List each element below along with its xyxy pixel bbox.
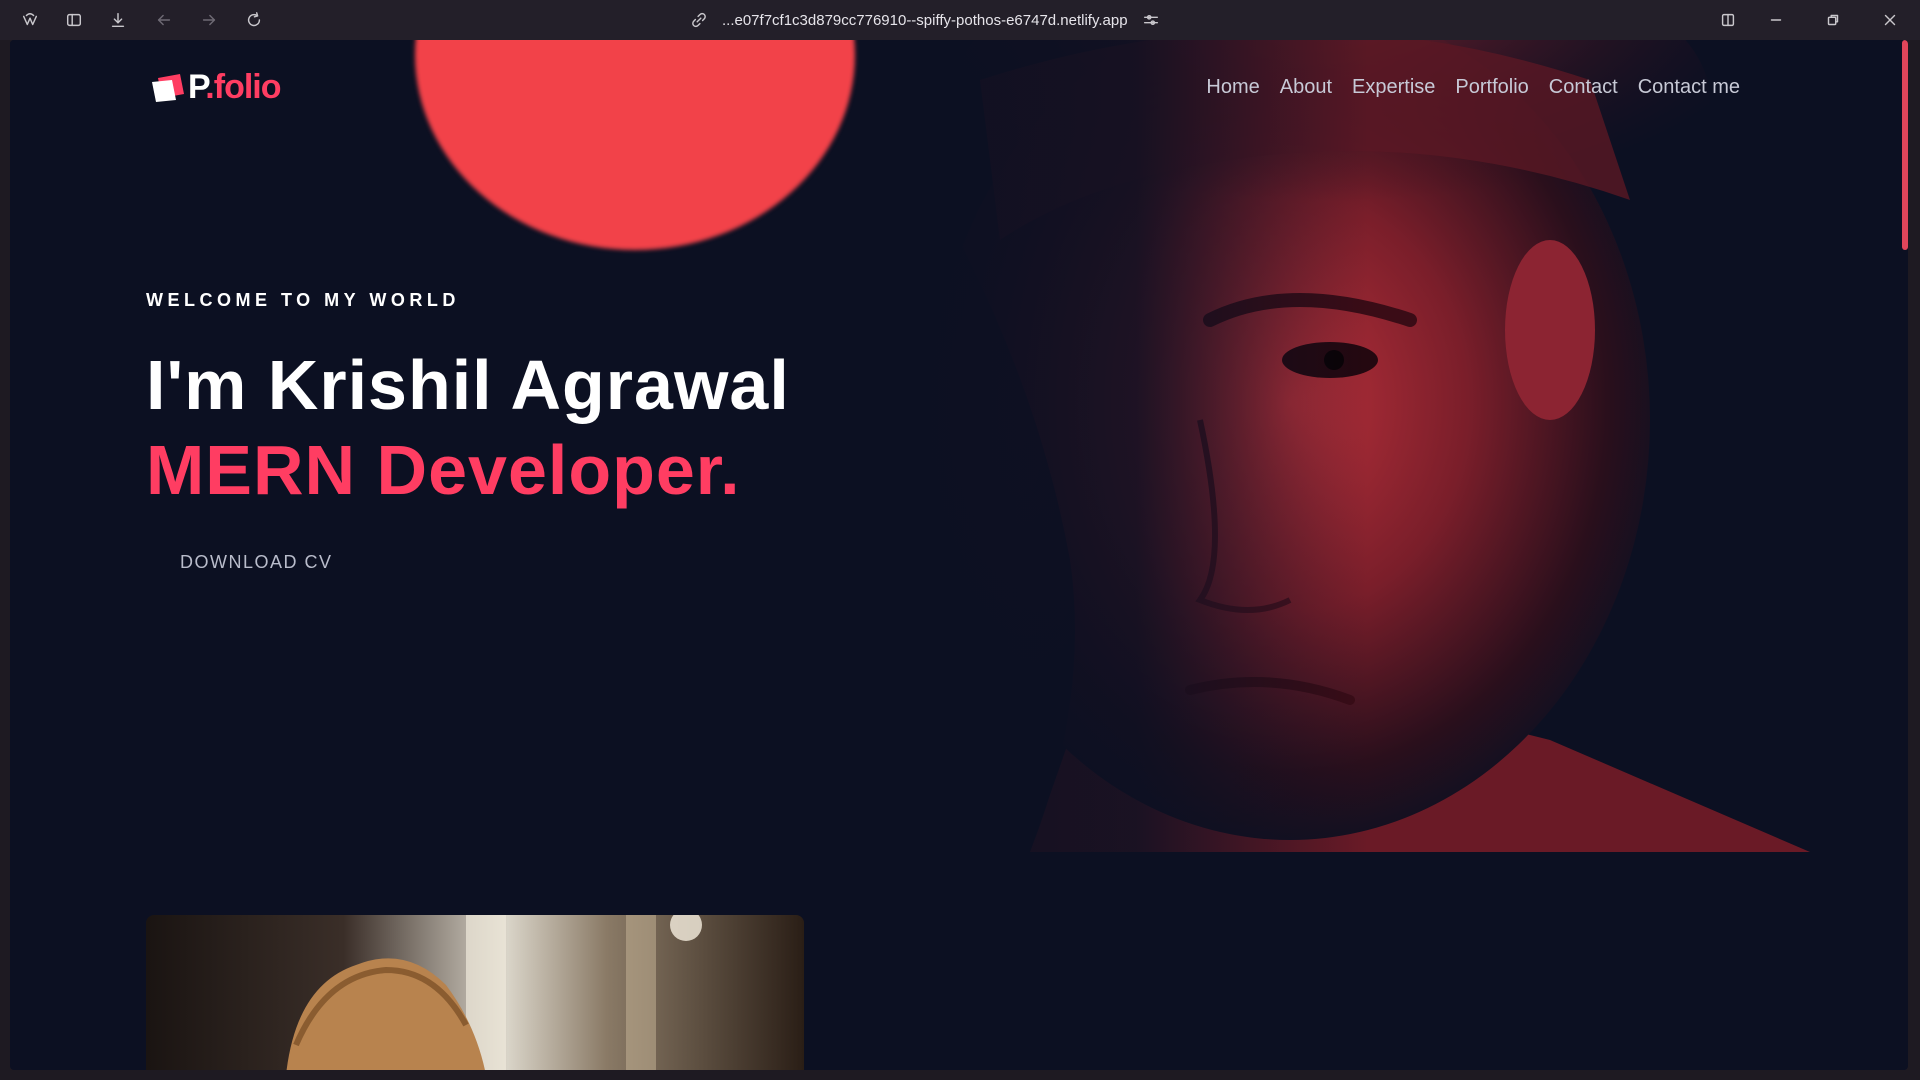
sidebar-icon[interactable] (60, 8, 88, 32)
address-bar[interactable]: ...e07f7cf1c3d879cc776910--spiffy-pothos… (690, 8, 1210, 32)
minimize-icon[interactable] (1762, 8, 1790, 32)
hero-section: P.folio Home About Expertise Portfolio C… (10, 40, 1890, 852)
page-viewport[interactable]: P.folio Home About Expertise Portfolio C… (10, 40, 1908, 1070)
logo-mark-icon (150, 72, 186, 104)
hero-role: MERN Developer. (146, 431, 741, 509)
top-navigation: P.folio Home About Expertise Portfolio C… (10, 40, 1890, 130)
about-photo (146, 915, 804, 1070)
nav-link-about[interactable]: About (1280, 76, 1332, 99)
hero-eyebrow: WELCOME TO MY WORLD (146, 290, 460, 310)
download-icon[interactable] (104, 8, 132, 32)
url-text[interactable]: ...e07f7cf1c3d879cc776910--spiffy-pothos… (722, 12, 1128, 29)
browser-titlebar: ...e07f7cf1c3d879cc776910--spiffy-pothos… (0, 0, 1920, 40)
hero-portrait-image (730, 40, 1890, 852)
back-icon[interactable] (150, 8, 178, 32)
close-icon[interactable] (1876, 8, 1904, 32)
restore-icon[interactable] (1819, 8, 1847, 32)
nav-link-expertise[interactable]: Expertise (1352, 76, 1435, 99)
forward-icon[interactable] (195, 8, 223, 32)
download-cv-button[interactable]: DOWNLOAD CV (180, 552, 333, 573)
nav-link-portfolio[interactable]: Portfolio (1455, 76, 1528, 99)
logo-text: P.folio (188, 68, 282, 106)
hero-title: I'm Krishil Agrawal (146, 346, 790, 424)
nav-link-contact-me[interactable]: Contact me (1638, 76, 1740, 99)
page-scrollbar[interactable] (1902, 40, 1908, 250)
app-logo-icon[interactable] (16, 8, 44, 32)
nav-link-contact[interactable]: Contact (1549, 76, 1618, 99)
settings-icon[interactable] (1142, 11, 1160, 29)
nav-link-home[interactable]: Home (1206, 76, 1259, 99)
link-icon (690, 11, 708, 29)
site-logo[interactable]: P.folio (150, 68, 282, 107)
reload-icon[interactable] (240, 8, 268, 32)
split-view-icon[interactable] (1714, 8, 1742, 32)
nav-links: Home About Expertise Portfolio Contact C… (1206, 76, 1740, 99)
